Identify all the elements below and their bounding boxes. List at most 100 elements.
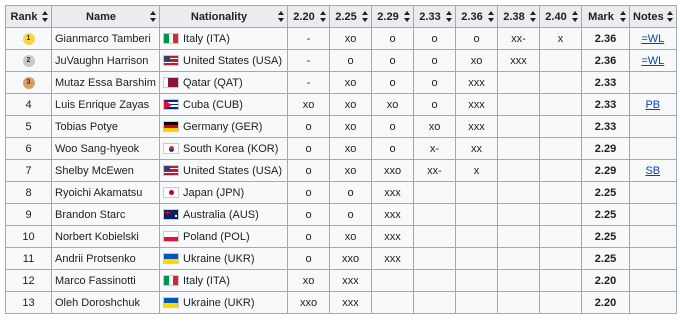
mark-cell: 2.20 — [581, 291, 630, 314]
column-header-2-20[interactable]: 2.20 — [287, 5, 330, 28]
notes-link[interactable]: PB — [645, 99, 660, 111]
nationality-cell: Japan (JPN) — [159, 181, 288, 204]
column-header-2-33[interactable]: 2.33 — [413, 5, 456, 28]
nationality-cell: Cuba (CUB) — [159, 93, 288, 116]
height-attempt-cell — [455, 225, 498, 248]
athlete-name-link[interactable]: Oleh Doroshchuk — [55, 297, 140, 309]
athlete-name-cell: Luis Enrique Zayas — [51, 93, 160, 116]
mark-cell: 2.29 — [581, 159, 630, 182]
mark-cell: 2.25 — [581, 203, 630, 226]
height-attempt-cell: xo — [371, 93, 414, 116]
athlete-name-link[interactable]: Woo Sang-hyeok — [55, 143, 139, 155]
attempt-result: xxx — [342, 296, 359, 309]
height-attempt-cell: xxo — [329, 247, 372, 270]
height-attempt-cell — [497, 269, 540, 292]
athlete-name-link[interactable]: Shelby McEwen — [55, 165, 134, 177]
athlete-name-cell: JuVaughn Harrison — [51, 49, 160, 72]
mark-value: 2.20 — [594, 296, 617, 309]
rank-cell: 12 — [5, 269, 52, 292]
attempt-result: xx- — [511, 32, 526, 45]
notes-cell — [629, 247, 677, 270]
attempt-result: xo — [344, 142, 357, 155]
column-header-2-38[interactable]: 2.38 — [497, 5, 540, 28]
sort-icon[interactable] — [530, 11, 536, 22]
attempt-result: o — [389, 54, 396, 67]
notes-link[interactable]: SB — [645, 165, 660, 177]
height-attempt-cell: xxx — [497, 49, 540, 72]
attempt-result: o — [305, 142, 312, 155]
notes-link[interactable]: =WL — [641, 55, 664, 67]
athlete-name-link[interactable]: Ryoichi Akamatsu — [55, 187, 142, 199]
mark-cell: 2.33 — [581, 115, 630, 138]
athlete-name-link[interactable]: Brandon Starc — [55, 209, 125, 221]
mark-value: 2.36 — [594, 32, 617, 45]
column-header-2-40[interactable]: 2.40 — [539, 5, 582, 28]
mark-cell: 2.29 — [581, 137, 630, 160]
athlete-name-link[interactable]: JuVaughn Harrison — [55, 55, 148, 67]
athlete-name-link[interactable]: Luis Enrique Zayas — [55, 99, 149, 111]
attempt-result: o — [473, 32, 480, 45]
height-attempt-cell: x- — [413, 137, 456, 160]
silver-medal-icon: 2 — [22, 54, 35, 67]
sort-icon[interactable] — [320, 11, 326, 22]
attempt-result: o — [305, 230, 312, 243]
column-header-name[interactable]: Name — [51, 5, 160, 28]
column-header-nationality[interactable]: Nationality — [159, 5, 288, 28]
height-attempt-cell: x — [539, 27, 582, 50]
rank-value: 4 — [25, 98, 32, 111]
height-attempt-cell: xx — [455, 137, 498, 160]
column-header-label: 2.25 — [335, 10, 357, 23]
height-attempt-cell — [539, 203, 582, 226]
column-header-rank[interactable]: Rank — [5, 5, 52, 28]
sort-icon[interactable] — [42, 11, 48, 22]
height-attempt-cell — [497, 247, 540, 270]
height-attempt-cell: xo — [413, 115, 456, 138]
sort-icon[interactable] — [446, 11, 452, 22]
column-header-label: 2.40 — [545, 10, 567, 23]
column-header-label: 2.33 — [419, 10, 441, 23]
column-header-2-29[interactable]: 2.29 — [371, 5, 414, 28]
notes-link[interactable]: =WL — [641, 33, 664, 45]
athlete-name-cell: Mutaz Essa Barshim — [51, 71, 160, 94]
column-header-label: 2.20 — [293, 10, 315, 23]
column-header-notes[interactable]: Notes — [629, 5, 677, 28]
table-row: 11 Andrii Protsenko Ukraine (UKR) o xxo xxx 2.… — [5, 247, 677, 270]
mark-value: 2.25 — [594, 208, 617, 221]
sort-icon[interactable] — [362, 11, 368, 22]
table-row: 8 Ryoichi Akamatsu Japan (JPN) o o xxx 2.25 — [5, 181, 677, 204]
country-name: Ukraine (UKR) — [183, 296, 255, 309]
mark-value: 2.25 — [594, 230, 617, 243]
results-table: Rank Name Nationality 2.20 2.25 2.29 2.33 2.36 2… — [5, 5, 677, 314]
sort-icon[interactable] — [620, 11, 626, 22]
italy-flag-icon — [163, 275, 179, 287]
height-attempt-cell — [371, 291, 414, 314]
column-header-mark[interactable]: Mark — [581, 5, 630, 28]
attempt-result: xo — [344, 230, 357, 243]
sort-icon[interactable] — [150, 11, 156, 22]
attempt-result: - — [306, 32, 311, 45]
nationality-cell: Germany (GER) — [159, 115, 288, 138]
athlete-name-link[interactable]: Marco Fassinotti — [55, 275, 136, 287]
table-row: 2 JuVaughn Harrison United States (USA) - o o… — [5, 49, 677, 72]
sort-icon[interactable] — [404, 11, 410, 22]
height-attempt-cell — [539, 71, 582, 94]
column-header-label: Mark — [588, 10, 614, 23]
attempt-result: xxx — [468, 98, 485, 111]
sort-icon[interactable] — [488, 11, 494, 22]
column-header-2-25[interactable]: 2.25 — [329, 5, 372, 28]
japan-flag-icon — [163, 187, 179, 199]
athlete-name-link[interactable]: Gianmarco Tamberi — [55, 33, 151, 45]
sort-icon[interactable] — [572, 11, 578, 22]
athlete-name-link[interactable]: Mutaz Essa Barshim — [55, 77, 156, 89]
height-attempt-cell: x — [455, 159, 498, 182]
sort-icon[interactable] — [278, 11, 284, 22]
sort-icon[interactable] — [666, 11, 673, 22]
column-header-label: 2.29 — [377, 10, 399, 23]
athlete-name-link[interactable]: Tobias Potye — [55, 121, 118, 133]
athlete-name-link[interactable]: Norbert Kobielski — [55, 231, 139, 243]
rank-cell: 10 — [5, 225, 52, 248]
country-name: Germany (GER) — [183, 120, 263, 133]
column-header-2-36[interactable]: 2.36 — [455, 5, 498, 28]
athlete-name-link[interactable]: Andrii Protsenko — [55, 253, 136, 265]
height-attempt-cell: xo — [455, 49, 498, 72]
